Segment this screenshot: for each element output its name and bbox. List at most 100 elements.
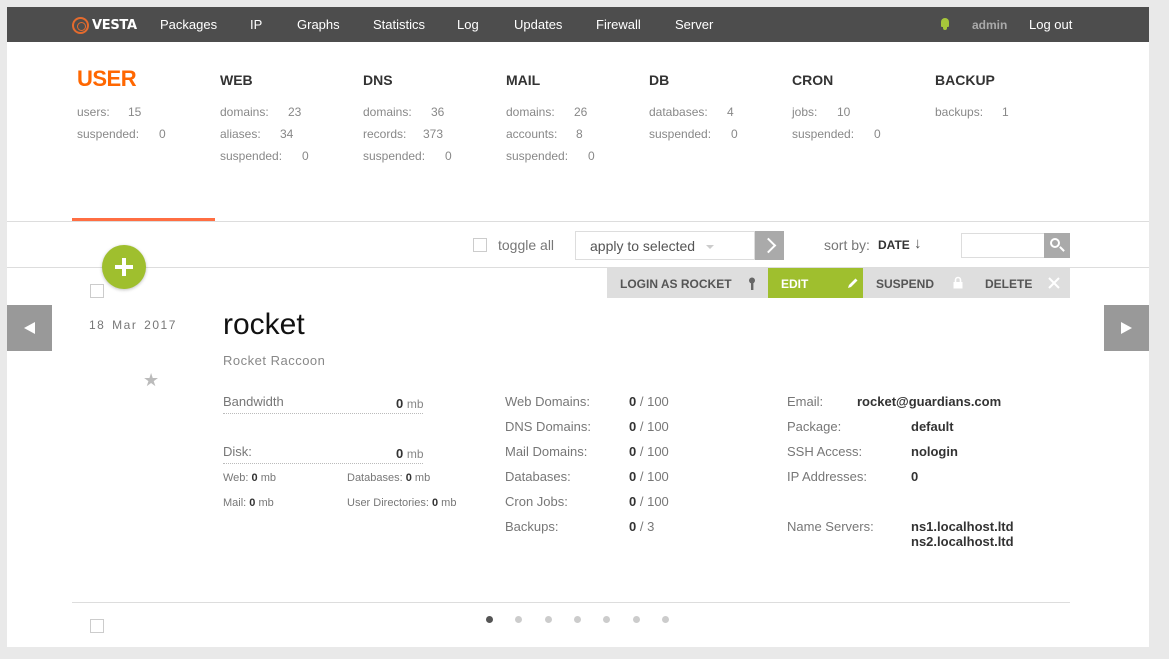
search-input[interactable] [961, 233, 1045, 258]
limit-cron-jobs-value: 0 / 100 [629, 494, 669, 509]
nav-user[interactable]: admin [972, 18, 1007, 32]
limit-backups-value: 0 / 3 [629, 519, 655, 534]
suspend-button[interactable]: SUSPEND [863, 268, 972, 298]
limit-web-domains-label: Web Domains: [505, 394, 591, 409]
tab-web[interactable]: WEB [220, 72, 253, 88]
sort-direction-icon[interactable]: ↓ [914, 235, 922, 252]
limit-mail-domains-label: Mail Domains: [505, 444, 588, 459]
pager-dot[interactable] [515, 616, 522, 623]
pencil-icon [848, 278, 858, 288]
nav-log[interactable]: Log [457, 17, 479, 32]
limit-databases-value: 0 / 100 [629, 469, 669, 484]
package-label: Package: [787, 419, 842, 434]
stat-user-suspended: suspended: 0 [77, 127, 166, 141]
disk-databases: Databases: 0 mb [347, 472, 431, 484]
stat-web-suspended: suspended: 0 [220, 149, 309, 163]
delete-button[interactable]: DELETE [972, 268, 1070, 298]
pager-dot[interactable] [574, 616, 581, 623]
row-select-checkbox[interactable] [90, 284, 104, 298]
limit-mail-domains-value: 0 / 100 [629, 444, 669, 459]
page: VESTA Packages IP Graphs Statistics Log … [7, 7, 1149, 647]
bandwidth-label: Bandwidth [223, 394, 284, 409]
tab-backup[interactable]: BACKUP [935, 72, 995, 88]
nav-ip[interactable]: IP [250, 17, 262, 32]
tab-cron[interactable]: CRON [792, 72, 833, 88]
stat-dns-records: records: 373 [363, 127, 444, 141]
ip-addresses-label: IP Addresses: [787, 469, 867, 484]
notification-bell-icon[interactable] [940, 18, 950, 30]
nav-logout[interactable]: Log out [1029, 17, 1072, 32]
close-icon [1048, 277, 1060, 289]
disk-value: 0 mb [396, 446, 424, 461]
arrow-right-icon [1121, 322, 1132, 334]
stat-cron-jobs: jobs: 10 [792, 105, 851, 119]
lock-icon [953, 276, 963, 289]
search-button[interactable] [1044, 233, 1070, 258]
nav-server[interactable]: Server [675, 17, 713, 32]
pager-dot[interactable] [633, 616, 640, 623]
tab-dns[interactable]: DNS [363, 72, 393, 88]
suspend-label: SUSPEND [876, 277, 935, 291]
email-value: rocket@guardians.com [857, 394, 1002, 409]
add-user-button[interactable] [102, 245, 146, 289]
login-as-button[interactable]: LOGIN AS ROCKET [607, 268, 768, 298]
nav-statistics[interactable]: Statistics [373, 17, 425, 32]
stat-backup-backups: backups: 1 [935, 105, 1009, 119]
user-created-date: 18 Mar 2017 [89, 318, 177, 332]
logo-text: VESTA [92, 17, 137, 33]
logo-icon [72, 16, 89, 34]
pager-dot[interactable] [662, 616, 669, 623]
limit-databases-label: Databases: [505, 469, 571, 484]
nav-graphs[interactable]: Graphs [297, 17, 340, 32]
arrow-left-icon [24, 322, 35, 334]
name-server-2: ns2.localhost.ltd [911, 534, 1014, 549]
ssh-access-label: SSH Access: [787, 444, 863, 459]
toggle-all-checkbox[interactable] [473, 238, 487, 252]
sort-by-date-button[interactable]: DATE [878, 238, 910, 252]
bandwidth-bar [223, 413, 423, 414]
limit-dns-domains-label: DNS Domains: [505, 419, 591, 434]
sort-label: sort by: [824, 237, 870, 253]
edit-button[interactable]: EDIT [768, 268, 863, 298]
tab-mail[interactable]: MAIL [506, 72, 540, 88]
stats-divider [7, 221, 1149, 222]
stat-mail-domains: domains: 26 [506, 105, 588, 119]
pager-dot[interactable] [603, 616, 610, 623]
stat-db-databases: databases: 4 [649, 105, 734, 119]
apply-select-value: apply to selected [590, 238, 696, 254]
stat-web-domains: domains: 23 [220, 105, 302, 119]
footer-divider [72, 602, 1070, 603]
delete-label: DELETE [985, 277, 1033, 291]
disk-bar [223, 463, 423, 464]
stat-cron-suspended: suspended: 0 [792, 127, 881, 141]
limit-cron-jobs-label: Cron Jobs: [505, 494, 568, 509]
nav-packages[interactable]: Packages [160, 17, 217, 32]
stat-web-aliases: aliases: 34 [220, 127, 294, 141]
nav-firewall[interactable]: Firewall [596, 17, 641, 32]
next-page-button[interactable] [1104, 305, 1149, 351]
package-value: default [911, 419, 954, 434]
previous-page-button[interactable] [7, 305, 52, 351]
pager-dot[interactable] [545, 616, 552, 623]
vesta-logo[interactable]: VESTA [72, 16, 137, 34]
key-icon [749, 277, 755, 290]
tab-db[interactable]: DB [649, 72, 669, 88]
name-servers-label: Name Servers: [787, 519, 874, 534]
limit-backups-label: Backups: [505, 519, 559, 534]
bandwidth-value: 0 mb [396, 396, 424, 411]
limit-dns-domains-value: 0 / 100 [629, 419, 669, 434]
disk-mail: Mail: 0 mb [223, 497, 274, 509]
name-server-1: ns1.localhost.ltd [911, 519, 1014, 534]
stat-dns-suspended: suspended: 0 [363, 149, 452, 163]
star-icon[interactable]: ★ [143, 370, 159, 391]
apply-to-selected-select[interactable]: apply to selected [575, 231, 755, 260]
nav-updates[interactable]: Updates [514, 17, 562, 32]
stat-user-users: users: 15 [77, 105, 142, 119]
bottom-select-checkbox[interactable] [90, 619, 104, 633]
tab-user[interactable]: USER [77, 66, 137, 92]
pager-dot[interactable] [486, 616, 493, 623]
toggle-all-label[interactable]: toggle all [498, 237, 554, 253]
disk-user-directories: User Directories: 0 mb [347, 497, 457, 509]
apply-arrow-button[interactable] [755, 231, 784, 260]
disk-label: Disk: [223, 444, 252, 459]
